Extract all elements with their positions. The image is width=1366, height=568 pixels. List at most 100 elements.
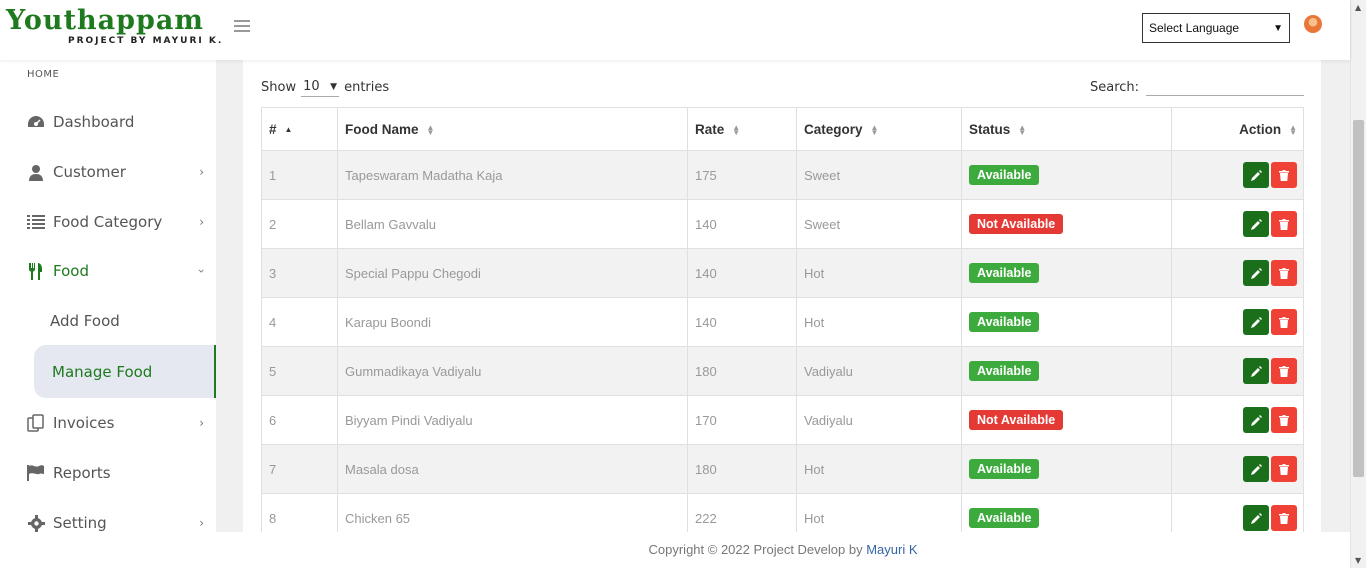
sidebar-item-dashboard[interactable]: Dashboard [0,102,216,142]
user-icon [26,163,46,181]
sidebar-item-food-category[interactable]: Food Category › [0,202,216,242]
table-row: 7 Masala dosa 180 Hot Available [261,444,1304,494]
cell-food-name: Special Pappu Chegodi [337,248,688,298]
edit-button[interactable] [1243,358,1269,384]
trash-icon [1279,463,1289,475]
column-header-status[interactable]: Status ▲ ▼ [961,107,1172,151]
status-badge: Available [969,312,1040,332]
pencil-icon [1250,512,1262,524]
edit-button[interactable] [1243,407,1269,433]
sidebar-item-label: Invoices [53,414,115,432]
edit-button[interactable] [1243,162,1269,188]
scroll-up-icon[interactable]: ▲ [1355,3,1361,12]
language-select-value: Select Language [1149,21,1240,35]
sidebar-item-invoices[interactable]: Invoices › [0,403,216,443]
edit-button[interactable] [1243,456,1269,482]
column-header-id[interactable]: # ▲ [261,107,338,151]
edit-button[interactable] [1243,309,1269,335]
cell-food-name: Chicken 65 [337,493,688,532]
cell-rate: 222 [687,493,797,532]
delete-button[interactable] [1271,162,1297,188]
column-header-category[interactable]: Category ▲ ▼ [796,107,962,151]
cell-rate: 170 [687,395,797,445]
pencil-icon [1250,414,1262,426]
cell-food-name: Biyyam Pindi Vadiyalu [337,395,688,445]
flag-icon [26,464,46,482]
column-header-food-name[interactable]: Food Name ▲ ▼ [337,107,688,151]
sidebar-item-reports[interactable]: Reports [0,453,216,493]
logo[interactable]: Youthappam PROJECT BY MAYURI K. [6,4,223,46]
cutlery-icon [26,262,46,280]
sidebar-item-label: Food [53,262,89,280]
pencil-icon [1250,218,1262,230]
cell-rate: 140 [687,248,797,298]
pencil-icon [1250,169,1262,181]
cell-status: Not Available [961,199,1172,249]
chevron-down-icon: › [194,268,209,274]
table-row: 8 Chicken 65 222 Hot Available [261,493,1304,532]
status-badge: Available [969,361,1040,381]
cell-status: Not Available [961,395,1172,445]
cell-id: 4 [261,297,338,347]
entries-control: Show 10 ▼ entries [261,77,389,97]
sort-icon: ▲ ▼ [426,122,435,137]
show-label: Show [261,79,297,95]
search-input[interactable] [1146,78,1305,96]
sidebar: HOME Dashboard Customer › Food Category … [0,60,216,568]
cell-actions [1171,346,1304,396]
sidebar-item-food[interactable]: Food › [0,251,216,291]
sort-icon: ▲ ▼ [1018,122,1027,137]
page-scrollbar[interactable]: ▲ ▼ [1350,0,1366,568]
status-badge: Not Available [969,410,1064,430]
logo-subtitle: PROJECT BY MAYURI K. [68,36,224,46]
table-row: 5 Gummadikaya Vadiyalu 180 Vadiyalu Availabl… [261,346,1304,396]
sidebar-item-customer[interactable]: Customer › [0,152,216,192]
trash-icon [1279,267,1289,279]
edit-button[interactable] [1243,211,1269,237]
delete-button[interactable] [1271,407,1297,433]
cell-status: Available [961,346,1172,396]
cell-rate: 180 [687,444,797,494]
manage-food-card: Show 10 ▼ entries Search: # ▲ Food Name ▲ ▼… [243,60,1321,532]
cell-category: Hot [796,444,962,494]
gear-icon [26,514,46,532]
edit-button[interactable] [1243,505,1269,531]
sidebar-subitem-add-food[interactable]: Add Food [50,312,120,330]
pencil-icon [1250,267,1262,279]
delete-button[interactable] [1271,260,1297,286]
delete-button[interactable] [1271,456,1297,482]
scrollbar-thumb[interactable] [1353,120,1364,477]
avatar[interactable] [1304,15,1322,33]
edit-button[interactable] [1243,260,1269,286]
delete-button[interactable] [1271,505,1297,531]
sort-icon: ▲ ▼ [870,122,879,137]
footer-copyright: Copyright © 2022 Project Develop by [648,542,867,557]
cell-status: Available [961,297,1172,347]
cell-food-name: Bellam Gavvalu [337,199,688,249]
cell-rate: 175 [687,150,797,200]
entries-select[interactable]: 10 ▼ [301,77,340,97]
cell-category: Hot [796,248,962,298]
cell-category: Hot [796,297,962,347]
delete-button[interactable] [1271,211,1297,237]
sidebar-item-label: Reports [53,464,111,482]
cell-id: 3 [261,248,338,298]
sidebar-subitem-manage-food[interactable]: Manage Food [34,345,216,398]
sidebar-item-setting[interactable]: Setting › [0,503,216,543]
footer: Copyright © 2022 Project Develop by Mayu… [216,532,1350,568]
language-select[interactable]: Select Language ▼ [1142,13,1290,43]
scroll-down-icon[interactable]: ▼ [1355,556,1361,565]
trash-icon [1279,512,1289,524]
cell-id: 5 [261,346,338,396]
cell-id: 7 [261,444,338,494]
cell-food-name: Gummadikaya Vadiyalu [337,346,688,396]
column-header-action[interactable]: Action ▲ ▼ [1171,107,1304,151]
delete-button[interactable] [1271,309,1297,335]
footer-author-link[interactable]: Mayuri K [866,542,917,557]
menu-toggle-icon[interactable] [234,20,250,34]
column-header-rate[interactable]: Rate ▲ ▼ [687,107,797,151]
trash-icon [1279,169,1289,181]
status-badge: Available [969,165,1040,185]
delete-button[interactable] [1271,358,1297,384]
table-row: 1 Tapeswaram Madatha Kaja 175 Sweet Availabl… [261,150,1304,200]
